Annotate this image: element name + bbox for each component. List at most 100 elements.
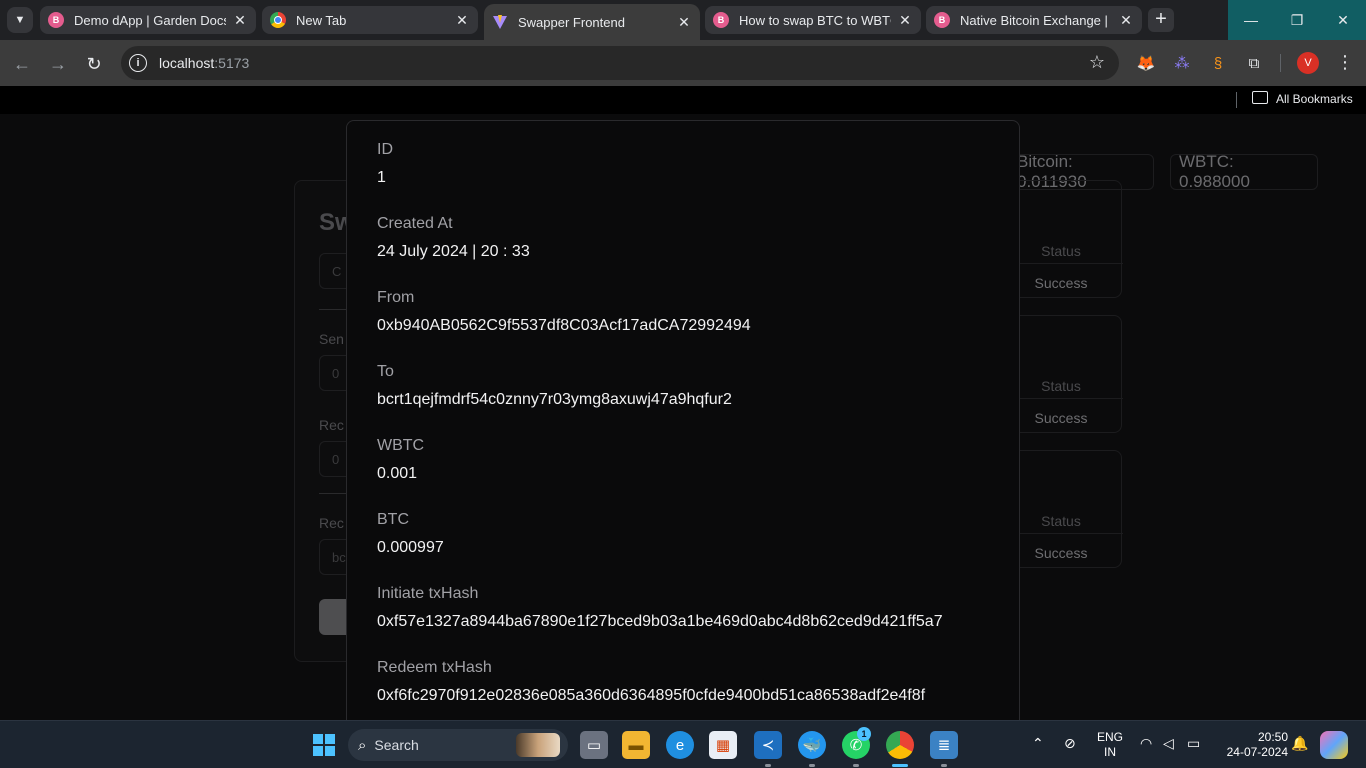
field-label: Redeem txHash <box>377 659 492 676</box>
battery-icon[interactable]: ▭ <box>1187 735 1200 752</box>
close-icon[interactable]: ✕ <box>1118 12 1134 29</box>
close-icon[interactable]: ✕ <box>232 12 248 29</box>
field-label: Created At <box>377 215 453 232</box>
search-highlight-image <box>516 733 560 757</box>
all-bookmarks-link[interactable]: All Bookmarks <box>1276 92 1353 106</box>
windows-start-icon[interactable] <box>310 731 338 759</box>
tab-demo-dapp[interactable]: B Demo dApp | Garden Docs ✕ <box>40 6 256 34</box>
tab-title: Swapper Frontend <box>518 14 625 30</box>
tab-title: New Tab <box>296 12 347 28</box>
field-value: 1 <box>377 169 386 186</box>
garden-icon: B <box>934 12 950 28</box>
metamask-icon[interactable]: 🦊 <box>1135 52 1157 74</box>
field-btc: BTC 0.000997 <box>377 510 989 584</box>
garden-icon: B <box>48 12 64 28</box>
close-icon[interactable]: ✕ <box>897 12 913 29</box>
region-label: IN <box>1104 745 1116 759</box>
notepad-icon[interactable]: ≣ <box>930 731 958 759</box>
vscode-icon[interactable]: ≺ <box>754 731 782 759</box>
tab-title: Native Bitcoin Exchange | Ga <box>960 12 1112 28</box>
folder-icon[interactable] <box>1252 91 1268 104</box>
edge-icon[interactable]: e <box>666 731 694 759</box>
minimize-icon[interactable]: — <box>1228 0 1274 40</box>
status-header: Status <box>1041 378 1081 394</box>
extension-icon[interactable]: ⁂ <box>1171 52 1193 74</box>
task-view-icon[interactable]: ▭ <box>580 731 608 759</box>
field-value: 0xb940AB0562C9f5537df8C03Acf17adCA729924… <box>377 317 751 334</box>
extensions-puzzle-icon[interactable]: ⧉ <box>1243 52 1265 74</box>
field-id: ID 1 <box>377 140 989 214</box>
chevron-up-icon[interactable]: ⌃ <box>1032 735 1044 752</box>
field-label: Initiate txHash <box>377 585 479 602</box>
language-label: ENG <box>1096 730 1123 744</box>
microsoft-store-icon[interactable]: ▦ <box>709 731 737 759</box>
copilot-icon[interactable] <box>1320 731 1348 759</box>
clock[interactable]: 20:50 24-07-2024 <box>1216 730 1288 760</box>
file-explorer-icon[interactable]: ▬ <box>622 731 650 759</box>
sparrow-extension-icon[interactable]: § <box>1207 52 1229 74</box>
notification-badge: 1 <box>857 727 871 741</box>
chrome-taskbar-icon[interactable] <box>886 731 914 759</box>
field-wbtc: WBTC 0.001 <box>377 436 989 510</box>
bookmarks-bar <box>0 86 1366 114</box>
profile-avatar[interactable]: V <box>1297 52 1319 74</box>
running-indicator <box>941 764 947 767</box>
address-bar[interactable]: i localhost:5173 ☆ <box>121 46 1119 80</box>
field-value: 0.001 <box>377 465 418 482</box>
restore-icon[interactable]: ❐ <box>1274 0 1320 40</box>
chrome-icon <box>270 12 286 28</box>
close-icon[interactable]: ✕ <box>676 14 692 31</box>
field-to: To bcrt1qejfmdrf54c0znny7r03ymg8axuwj47a… <box>377 362 989 436</box>
bookmarks-divider <box>1236 92 1237 108</box>
reload-icon[interactable]: ↻ <box>80 50 108 78</box>
volume-icon[interactable]: ◁ <box>1163 735 1174 752</box>
notification-bell-icon[interactable]: 🔔 <box>1291 735 1308 752</box>
forward-icon[interactable]: → <box>44 50 72 78</box>
tab-native-bitcoin-exchange[interactable]: B Native Bitcoin Exchange | Ga ✕ <box>926 6 1142 34</box>
running-indicator <box>765 764 771 767</box>
field-value: 0xf6fc2970f912e02836e085a360d6364895f0cf… <box>377 687 926 704</box>
wbtc-balance: WBTC: 0.988000 <box>1170 152 1318 191</box>
windows-taskbar: ⌕ Search ▭ ▬ e ▦ ≺ 🐳 ✆ 1 ≣ ⌃ ⊘ ENG IN ◠ … <box>0 720 1366 768</box>
tab-search-menu-icon[interactable]: ▼ <box>7 7 33 33</box>
bookmark-star-icon[interactable]: ☆ <box>1089 52 1105 73</box>
running-indicator <box>809 764 815 767</box>
field-redeem-txhash: Redeem txHash 0xf6fc2970f912e02836e085a3… <box>377 658 989 720</box>
search-label: Search <box>374 737 419 753</box>
status-badge: Success <box>1034 410 1088 426</box>
field-label: BTC <box>377 511 409 528</box>
tab-swapper-frontend[interactable]: Swapper Frontend ✕ <box>484 4 700 40</box>
field-label: From <box>377 289 415 306</box>
field-from: From 0xb940AB0562C9f5537df8C03Acf17adCA7… <box>377 288 989 362</box>
close-window-icon[interactable]: ✕ <box>1320 0 1366 40</box>
order-details-modal: ID 1 Created At 24 July 2024 | 20 : 33 F… <box>346 120 1020 720</box>
running-indicator-active <box>892 764 908 767</box>
language-indicator[interactable]: ENG IN <box>1094 730 1126 760</box>
field-value: 24 July 2024 | 20 : 33 <box>377 243 530 260</box>
toolbar-divider <box>1280 54 1281 72</box>
field-label: To <box>377 363 394 380</box>
network-off-icon[interactable]: ⊘ <box>1064 735 1076 752</box>
taskbar-search[interactable]: ⌕ Search <box>348 729 568 761</box>
wifi-icon[interactable]: ◠ <box>1140 735 1152 752</box>
tab-swap-btc-wbtc[interactable]: B How to swap BTC to WBTC | ✕ <box>705 6 921 34</box>
close-icon[interactable]: ✕ <box>454 12 470 29</box>
vite-icon <box>492 14 508 30</box>
tab-title: Demo dApp | Garden Docs <box>74 12 226 28</box>
clock-date: 24-07-2024 <box>1226 745 1288 759</box>
tab-new-tab[interactable]: New Tab ✕ <box>262 6 478 34</box>
docker-icon[interactable]: 🐳 <box>798 731 826 759</box>
address-url[interactable]: localhost:5173 <box>159 55 249 71</box>
back-icon[interactable]: ← <box>8 50 36 78</box>
status-header: Status <box>1041 513 1081 529</box>
garden-icon: B <box>713 12 729 28</box>
site-info-icon[interactable]: i <box>129 54 147 72</box>
tab-title: How to swap BTC to WBTC | <box>739 12 891 28</box>
running-indicator <box>853 764 859 767</box>
status-badge: Success <box>1034 545 1088 561</box>
field-value: 0.000997 <box>377 539 444 556</box>
receive-label: Rec <box>319 417 344 433</box>
new-tab-button[interactable]: + <box>1148 8 1174 32</box>
receive-address-label: Rec <box>319 515 344 531</box>
browser-menu-icon[interactable]: ⋮ <box>1336 52 1354 73</box>
